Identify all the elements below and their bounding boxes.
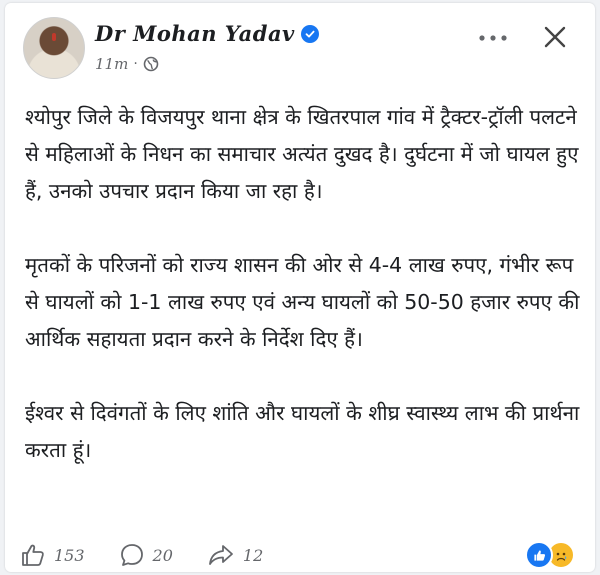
post-header: Dr Mohan Yadav 11m ·	[23, 13, 585, 83]
like-button[interactable]: 153	[20, 542, 85, 568]
comment-icon	[120, 544, 143, 566]
verified-badge-icon	[300, 24, 319, 43]
post-body: श्योपुर जिले के विजयपुर थाना क्षेत्र के …	[25, 99, 580, 469]
reaction-summary[interactable]	[525, 541, 575, 569]
author-avatar[interactable]	[23, 17, 85, 79]
share-count: 12	[242, 545, 264, 565]
comment-count: 20	[152, 545, 173, 565]
post-time[interactable]: 11m	[95, 55, 128, 73]
post-paragraph: मृतकों के परिजनों को राज्य शासन की ओर से…	[25, 253, 580, 351]
more-options-button[interactable]	[473, 23, 513, 53]
thumbs-up-icon	[22, 544, 44, 566]
post-paragraph: ईश्वर से दिवंगतों के लिए शांति और घायलों…	[25, 401, 580, 462]
like-reaction-icon	[525, 541, 553, 569]
comment-button[interactable]: 20	[119, 542, 173, 568]
post-paragraph: श्योपुर जिले के विजयपुर थाना क्षेत्र के …	[25, 105, 579, 203]
author-name[interactable]: Dr Mohan Yadav	[95, 21, 295, 46]
post-meta: 11m ·	[95, 55, 159, 73]
author-name-row: Dr Mohan Yadav	[95, 21, 319, 46]
meta-separator: ·	[133, 56, 138, 72]
share-button[interactable]: 12	[207, 542, 263, 568]
close-button[interactable]	[535, 17, 575, 57]
avatar-detail	[52, 33, 56, 41]
post-footer: 153 20 12	[20, 538, 585, 572]
post-card: Dr Mohan Yadav 11m · श्योपुर जिले के विज…	[5, 3, 595, 572]
like-count: 153	[54, 545, 85, 565]
globe-icon	[143, 56, 159, 72]
more-options-icon	[479, 35, 507, 41]
share-icon	[209, 545, 233, 565]
close-icon	[544, 26, 566, 48]
